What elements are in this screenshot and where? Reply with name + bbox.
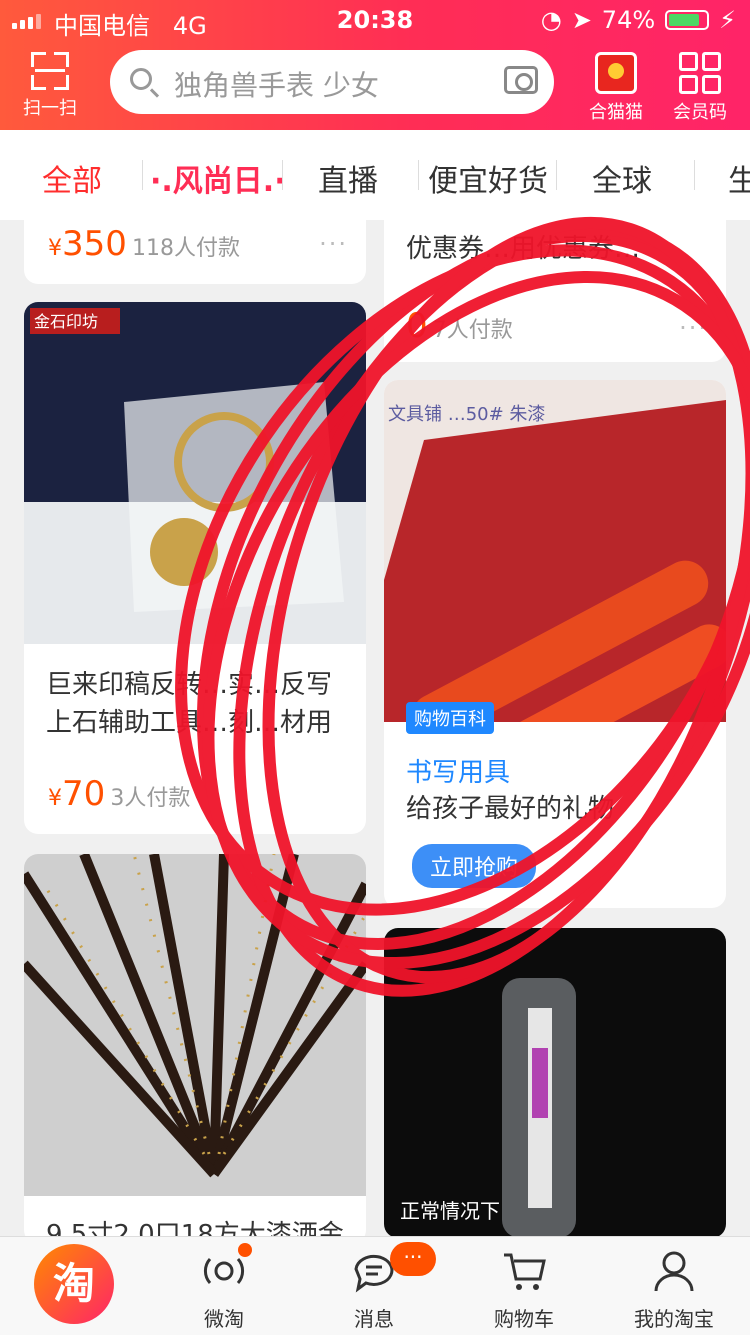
tab-label: 购物车	[494, 1307, 554, 1331]
product-price: ¥70 3人付款	[48, 774, 191, 814]
cat-redpacket-button[interactable]: 合猫猫	[576, 52, 656, 124]
image-caption: 正常情况下	[400, 1199, 500, 1223]
product-card-fan[interactable]: 9.5寸2.0口18方大漆洒金	[24, 854, 366, 1244]
location-icon: ➤	[571, 6, 592, 34]
ad-category: 书写用具	[406, 758, 511, 788]
cart-icon	[502, 1249, 546, 1293]
weitao-icon	[202, 1243, 252, 1293]
scan-label: 扫一扫	[23, 98, 77, 119]
scan-icon	[31, 52, 69, 90]
tab-label: 我的淘宝	[634, 1307, 714, 1331]
tab-label: 消息	[354, 1307, 394, 1331]
tab-cheap-goods[interactable]: 便宜好货	[428, 156, 548, 200]
cat-label: 合猫猫	[589, 102, 643, 123]
tab-fashion-day[interactable]: ·.风尚日.·	[150, 156, 286, 200]
tab-live[interactable]: 直播	[318, 156, 378, 200]
syringe-image	[384, 928, 726, 1238]
tab-all[interactable]: 全部	[42, 156, 102, 200]
tab-life[interactable]: 生	[728, 156, 750, 200]
qr-code-icon	[679, 52, 721, 94]
product-card-left-top[interactable]: ¥350 118人付款 ···	[24, 206, 366, 284]
ad-slogan: 给孩子最好的礼物	[406, 794, 615, 824]
profile-icon	[652, 1249, 696, 1293]
tab-weitao[interactable]: 微淘	[164, 1243, 284, 1332]
product-card-syringe[interactable]: 正常情况下	[384, 928, 726, 1238]
search-icon	[130, 68, 152, 90]
rotation-lock-icon: ◔	[540, 6, 562, 34]
taobao-home-button[interactable]: 淘	[34, 1244, 114, 1324]
more-icon[interactable]: ···	[679, 314, 708, 342]
tab-global[interactable]: 全球	[592, 156, 652, 200]
product-price: ¥350 118人付款	[48, 224, 240, 264]
search-placeholder: 独角兽手表 少女	[174, 69, 379, 102]
more-icon[interactable]: ···	[319, 230, 348, 258]
product-price: 0 7人付款	[406, 306, 513, 346]
tab-my-taobao[interactable]: 我的淘宝	[614, 1249, 734, 1332]
product-title: 优惠券…用优惠券…	[406, 234, 641, 264]
notification-dot	[238, 1243, 252, 1257]
image-text: 文具铺 …50# 朱漆	[388, 404, 545, 425]
product-title: 巨来印稿反转…实…反写 上石辅助工具…刻…材用	[46, 670, 333, 738]
charging-icon: ⚡	[719, 6, 736, 34]
search-bar[interactable]: 独角兽手表 少女	[110, 50, 554, 114]
scan-button[interactable]: 扫一扫	[16, 52, 84, 120]
tab-cart[interactable]: 购物车	[464, 1249, 584, 1332]
product-card-right-top[interactable]: 优惠券…用优惠券… 0 7人付款 ···	[384, 206, 726, 362]
pen-image: 文具铺 …50# 朱漆	[384, 380, 726, 722]
product-card-seal-tool[interactable]: 金石印坊 巨来印稿反转…实…反写 上石辅助工具…刻…材用 ¥70 3人付款	[24, 302, 366, 834]
status-bar: 中国电信 4G 20:38 ◔ ➤ 74% ⚡	[0, 0, 750, 40]
product-image: 金石印坊	[24, 302, 366, 644]
status-right: ◔ ➤ 74% ⚡	[541, 6, 736, 34]
battery-icon	[665, 10, 710, 30]
camera-icon[interactable]	[504, 66, 538, 94]
battery-percent: 74%	[601, 6, 656, 34]
shopping-wiki-badge: 购物百科	[406, 702, 494, 734]
app-header: 中国电信 4G 20:38 ◔ ➤ 74% ⚡ 扫一扫 独角兽手表 少女 合猫猫…	[0, 0, 750, 130]
tab-label: 微淘	[204, 1307, 244, 1331]
member-label: 会员码	[673, 102, 727, 123]
brand-seal-text: 金石印坊	[34, 312, 98, 331]
member-code-button[interactable]: 会员码	[660, 52, 740, 124]
message-badge: ···	[390, 1242, 436, 1276]
fan-image	[24, 854, 366, 1196]
buy-now-button[interactable]: 立即抢购	[412, 844, 537, 888]
red-packet-icon	[595, 52, 637, 94]
ad-card-writing-tools[interactable]: 文具铺 …50# 朱漆 购物百科 书写用具 给孩子最好的礼物 立即抢购	[384, 380, 726, 908]
